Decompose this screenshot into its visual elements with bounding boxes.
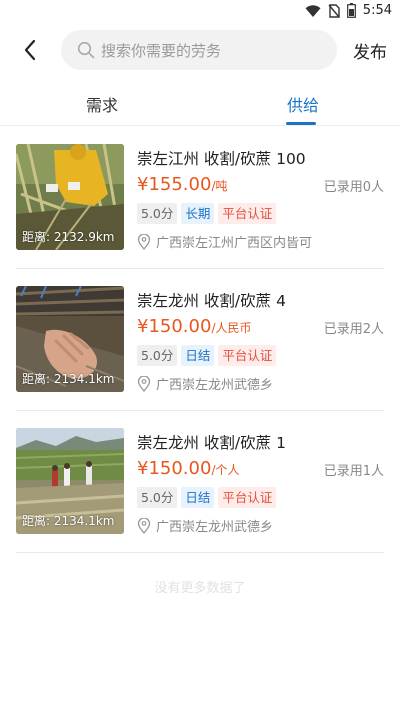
page: 5:54 搜索你需要的劳务 发布 需求 供给 距离: 2132.9km 崇左江州… bbox=[0, 0, 400, 711]
term-badge: 长期 bbox=[181, 203, 215, 224]
score-badge: 5.0分 bbox=[137, 203, 178, 224]
tab-demand[interactable]: 需求 bbox=[86, 92, 118, 116]
tag-row: 5.0分 长期 平台认证 bbox=[137, 203, 277, 224]
search-placeholder: 搜索你需要的劳务 bbox=[101, 41, 222, 60]
distance-label: 距离: 2132.9km bbox=[22, 230, 115, 244]
tab-indicator bbox=[286, 122, 316, 125]
distance-label: 距离: 2134.1km bbox=[22, 372, 115, 386]
listing-card[interactable]: 距离: 2134.1km 崇左龙州 收割/砍蔗 1 ¥150.00/个人 已录用… bbox=[16, 411, 384, 553]
listing-price: ¥150.00/个人 bbox=[137, 458, 239, 479]
location-pin-icon bbox=[137, 375, 151, 392]
hired-count: 已录用0人 bbox=[323, 180, 384, 195]
distance-label: 距离: 2134.1km bbox=[22, 514, 115, 528]
listing-card[interactable]: 距离: 2134.1km 崇左龙州 收割/砍蔗 4 ¥150.00/人民币 已录… bbox=[16, 269, 384, 411]
listing-card[interactable]: 距离: 2132.9km 崇左江州 收割/砍蔗 100 ¥155.00/吨 已录… bbox=[16, 127, 384, 269]
hired-count: 已录用1人 bbox=[323, 464, 384, 479]
search-input[interactable]: 搜索你需要的劳务 bbox=[61, 30, 337, 70]
listing-photo: 距离: 2134.1km bbox=[16, 428, 124, 534]
location-text: 广西崇左龙州武德乡 bbox=[156, 520, 274, 535]
tag-row: 5.0分 日结 平台认证 bbox=[137, 487, 277, 508]
location-row: 广西崇左龙州武德乡 bbox=[137, 516, 273, 535]
location-row: 广西崇左龙州武德乡 bbox=[137, 374, 273, 393]
term-badge: 日结 bbox=[181, 487, 215, 508]
price-value: ¥150.00 bbox=[137, 458, 212, 479]
cert-badge: 平台认证 bbox=[218, 203, 277, 224]
listing-price: ¥155.00/吨 bbox=[137, 174, 227, 195]
tab-supply[interactable]: 供给 bbox=[287, 92, 319, 116]
status-time: 5:54 bbox=[362, 3, 392, 18]
listing-price: ¥150.00/人民币 bbox=[137, 316, 251, 337]
location-row: 广西崇左江州广西区内皆可 bbox=[137, 232, 312, 251]
price-unit: /吨 bbox=[211, 179, 228, 193]
term-badge: 日结 bbox=[181, 345, 215, 366]
price-unit: /个人 bbox=[211, 463, 240, 477]
back-arrow-icon bbox=[24, 39, 36, 61]
price-value: ¥155.00 bbox=[137, 174, 212, 195]
tab-bar: 需求 供给 bbox=[0, 84, 400, 126]
back-button[interactable] bbox=[18, 36, 42, 64]
no-sim-icon bbox=[328, 3, 340, 18]
wifi-icon bbox=[305, 4, 321, 17]
battery-icon bbox=[346, 3, 356, 18]
listing-title: 崇左江州 收割/砍蔗 100 bbox=[137, 150, 306, 168]
score-badge: 5.0分 bbox=[137, 487, 178, 508]
location-pin-icon bbox=[137, 517, 151, 534]
status-bar: 5:54 bbox=[0, 0, 400, 24]
tag-row: 5.0分 日结 平台认证 bbox=[137, 345, 277, 366]
location-text: 广西崇左龙州武德乡 bbox=[156, 378, 274, 393]
header: 搜索你需要的劳务 发布 bbox=[0, 28, 400, 72]
location-pin-icon bbox=[137, 233, 151, 250]
search-icon bbox=[77, 41, 95, 59]
listing-list: 距离: 2132.9km 崇左江州 收割/砍蔗 100 ¥155.00/吨 已录… bbox=[0, 127, 400, 553]
publish-button[interactable]: 发布 bbox=[353, 38, 387, 63]
score-badge: 5.0分 bbox=[137, 345, 178, 366]
no-more-data-text: 没有更多数据了 bbox=[154, 581, 246, 596]
listing-title: 崇左龙州 收割/砍蔗 1 bbox=[137, 434, 286, 452]
cert-badge: 平台认证 bbox=[218, 487, 277, 508]
listing-title: 崇左龙州 收割/砍蔗 4 bbox=[137, 292, 286, 310]
listing-photo: 距离: 2132.9km bbox=[16, 144, 124, 250]
price-unit: /人民币 bbox=[211, 321, 252, 335]
price-value: ¥150.00 bbox=[137, 316, 212, 337]
cert-badge: 平台认证 bbox=[218, 345, 277, 366]
location-text: 广西崇左江州广西区内皆可 bbox=[156, 236, 313, 251]
hired-count: 已录用2人 bbox=[323, 322, 384, 337]
listing-photo: 距离: 2134.1km bbox=[16, 286, 124, 392]
